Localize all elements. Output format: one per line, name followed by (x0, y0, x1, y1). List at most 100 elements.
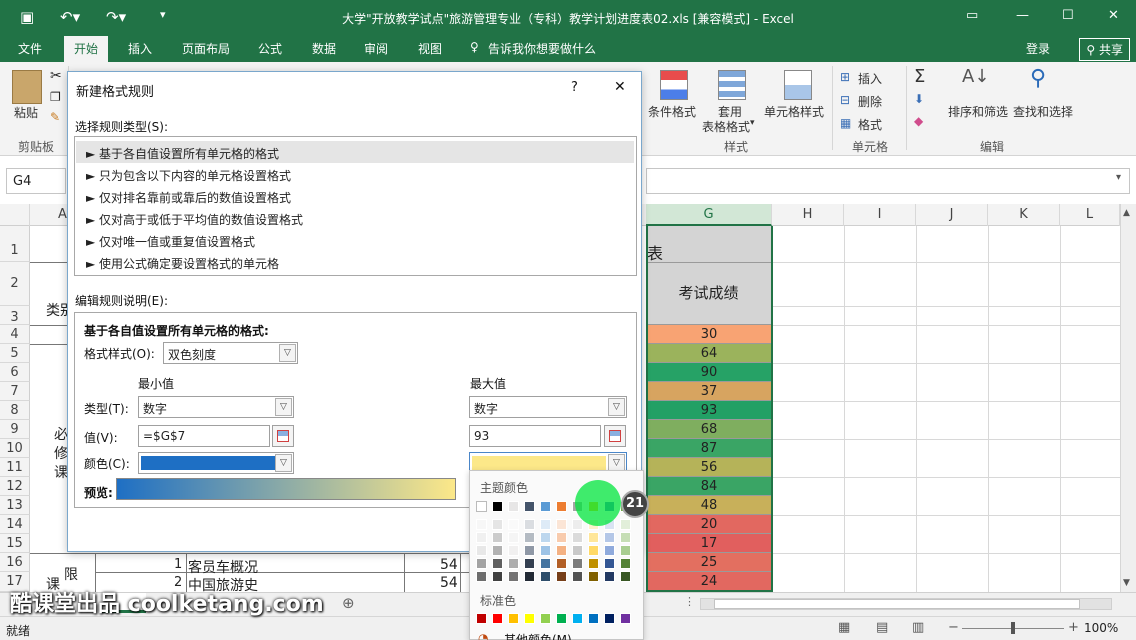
theme-shade-swatch[interactable] (492, 519, 503, 530)
theme-shade-swatch[interactable] (572, 558, 583, 569)
scrollbar-thumb[interactable] (714, 599, 1080, 609)
theme-shade-swatch[interactable] (556, 519, 567, 530)
theme-shade-swatch[interactable] (540, 532, 551, 543)
theme-shade-swatch[interactable] (620, 519, 631, 530)
rule-type-item[interactable]: ► 只为包含以下内容的单元格设置格式 (76, 163, 634, 185)
theme-shade-swatch[interactable] (476, 558, 487, 569)
column-header-h[interactable]: H (772, 204, 844, 226)
scroll-up-icon[interactable]: ▲ (1123, 208, 1130, 218)
theme-color-swatch[interactable] (540, 501, 551, 512)
standard-color-swatch[interactable] (572, 613, 583, 624)
theme-shade-swatch[interactable] (508, 571, 519, 582)
cell-style-button[interactable]: 单元格样式 (764, 103, 824, 120)
theme-shade-swatch[interactable] (588, 571, 599, 582)
theme-shade-swatch[interactable] (492, 558, 503, 569)
zoom-out-icon[interactable]: − (948, 620, 959, 635)
row-header[interactable]: 14 (0, 515, 30, 534)
row-header[interactable]: 12 (0, 477, 30, 496)
row-header[interactable]: 4 (0, 325, 30, 344)
theme-shade-swatch[interactable] (540, 545, 551, 556)
theme-color-swatch[interactable] (492, 501, 503, 512)
standard-color-swatch[interactable] (476, 613, 487, 624)
scroll-down-icon[interactable]: ▼ (1123, 578, 1130, 588)
rule-type-item[interactable]: ► 仅对唯一值或重复值设置格式 (76, 229, 634, 251)
rule-type-item[interactable]: ► 仅对高于或低于平均值的数值设置格式 (76, 207, 634, 229)
row-header[interactable]: 15 (0, 534, 30, 553)
column-header-k[interactable]: K (988, 204, 1060, 226)
column-header-j[interactable]: J (916, 204, 988, 226)
table-format-button[interactable]: 表格格式 (702, 118, 750, 135)
row-header[interactable]: 7 (0, 382, 30, 401)
expand-formula-icon[interactable]: ▾ (1116, 172, 1121, 183)
add-sheet-icon[interactable]: ⊕ (342, 594, 355, 612)
select-all-corner[interactable] (0, 204, 30, 226)
name-box[interactable]: G4 (6, 168, 66, 194)
cell-row16-val[interactable]: 54 (440, 557, 458, 573)
format-cells-button[interactable]: 格式 (858, 116, 882, 133)
theme-shade-swatch[interactable] (476, 519, 487, 530)
theme-shade-swatch[interactable] (524, 519, 535, 530)
theme-shade-swatch[interactable] (540, 519, 551, 530)
format-style-select[interactable]: 双色刻度 ▽ (163, 342, 298, 364)
row-header[interactable]: 1 (0, 226, 30, 262)
theme-shade-swatch[interactable] (572, 519, 583, 530)
format-painter-icon[interactable]: ✎ (50, 110, 60, 124)
standard-color-swatch[interactable] (540, 613, 551, 624)
theme-shade-swatch[interactable] (588, 545, 599, 556)
cell-a11[interactable]: 课 (54, 462, 68, 482)
theme-shade-swatch[interactable] (540, 558, 551, 569)
help-button[interactable]: ? (571, 80, 578, 95)
theme-shade-swatch[interactable] (476, 532, 487, 543)
row-header[interactable]: 9 (0, 420, 30, 439)
formula-input[interactable] (646, 168, 1130, 194)
theme-shade-swatch[interactable] (604, 558, 615, 569)
tab-home[interactable]: 开始 (64, 36, 109, 62)
cell-style-icon[interactable] (784, 70, 812, 100)
theme-shade-swatch[interactable] (572, 532, 583, 543)
autosum-icon[interactable]: Σ (914, 66, 925, 87)
theme-shade-swatch[interactable] (492, 532, 503, 543)
cell-a16[interactable]: 限 (64, 564, 78, 584)
more-colors-item[interactable]: 其他颜色(M)... (504, 631, 583, 640)
theme-shade-swatch[interactable] (508, 519, 519, 530)
close-window-icon[interactable]: ✕ (1108, 8, 1119, 23)
theme-shade-swatch[interactable] (620, 571, 631, 582)
theme-shade-swatch[interactable] (588, 558, 599, 569)
row-header[interactable]: 8 (0, 401, 30, 420)
row-header[interactable]: 16 (0, 553, 30, 572)
min-value-input[interactable]: =$G$7 (138, 425, 270, 447)
tell-me-search[interactable]: 告诉我你想要做什么 (488, 40, 596, 57)
row-header[interactable]: 10 (0, 439, 30, 458)
standard-color-swatch[interactable] (604, 613, 615, 624)
standard-color-swatch[interactable] (492, 613, 503, 624)
theme-shade-swatch[interactable] (604, 545, 615, 556)
page-break-view-icon[interactable]: ▥ (912, 620, 924, 635)
conditional-format-icon[interactable] (660, 70, 688, 100)
cell-a10[interactable]: 修 (54, 443, 68, 463)
theme-shade-swatch[interactable] (588, 532, 599, 543)
theme-shade-swatch[interactable] (572, 571, 583, 582)
tab-page-layout[interactable]: 页面布局 (182, 40, 230, 57)
theme-shade-swatch[interactable] (492, 571, 503, 582)
min-color-select[interactable]: ▽ (138, 452, 294, 474)
row-header[interactable]: 11 (0, 458, 30, 477)
theme-shade-swatch[interactable] (620, 545, 631, 556)
login-link[interactable]: 登录 (1026, 40, 1050, 57)
paste-label[interactable]: 粘贴 (14, 104, 38, 121)
theme-shade-swatch[interactable] (524, 545, 535, 556)
more-sheets-icon[interactable]: ⋮ (684, 595, 695, 608)
theme-color-swatch[interactable] (556, 501, 567, 512)
cell-row16-course[interactable]: 客员车概况 (188, 557, 258, 577)
theme-shade-swatch[interactable] (604, 571, 615, 582)
conditional-format-button[interactable]: 条件格式 (648, 103, 696, 120)
column-header-l[interactable]: L (1060, 204, 1120, 226)
theme-shade-swatch[interactable] (508, 532, 519, 543)
theme-shade-swatch[interactable] (508, 545, 519, 556)
range-select-icon[interactable] (272, 425, 294, 447)
close-icon[interactable]: ✕ (614, 79, 626, 95)
theme-shade-swatch[interactable] (620, 532, 631, 543)
share-button[interactable]: ⚲ 共享 (1079, 38, 1130, 61)
copy-icon[interactable]: ❐ (50, 90, 61, 104)
theme-color-swatch[interactable] (524, 501, 535, 512)
tab-view[interactable]: 视图 (418, 40, 442, 57)
